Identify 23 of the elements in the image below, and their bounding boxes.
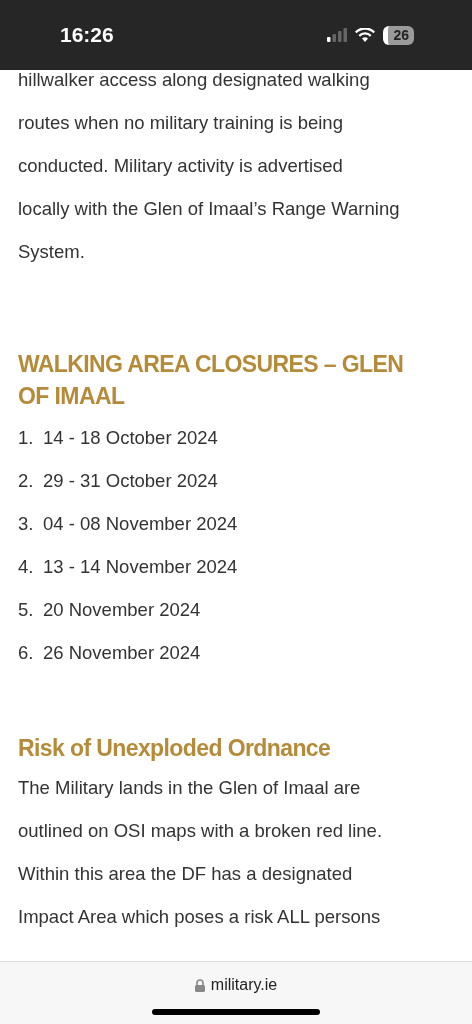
battery-indicator: 26	[383, 25, 414, 45]
lock-icon	[194, 978, 205, 992]
closure-date: 13 - 14 November 2024	[43, 555, 238, 579]
closure-date: 04 - 08 November 2024	[43, 512, 238, 536]
closure-date: 20 November 2024	[43, 598, 201, 622]
list-number: 5.	[18, 598, 35, 622]
list-number: 1.	[18, 426, 35, 450]
signal-icon	[327, 28, 348, 42]
closures-heading: WALKING AREA CLOSURES – GLEN OF IMAAL	[18, 350, 405, 411]
list-number: 2.	[18, 469, 35, 493]
list-number: 6.	[18, 641, 35, 665]
address-bar[interactable]: military.ie	[0, 961, 472, 1024]
url-text: military.ie	[210, 976, 278, 994]
ordnance-paragraph: The Military lands in the Glen of Imaal are outlined on OSI maps with a broken red line. Within this area the DF has a designated Impact Area which poses a risk ALL persons	[18, 776, 384, 929]
wifi-icon	[355, 28, 376, 42]
intro-paragraph: hillwalker access along designated walking routes when no military training is being conducted. Military activity is advertised locally with the Glen of Imaal’s Range Warning System.	[18, 68, 401, 264]
status-time: 16:26	[60, 23, 114, 47]
closure-date: 14 - 18 October 2024	[43, 426, 218, 450]
closure-date: 26 November 2024	[43, 641, 201, 665]
closure-date: 29 - 31 October 2024	[43, 469, 218, 493]
ordnance-heading: Risk of Unexploded Ordnance	[18, 734, 332, 763]
list-number: 4.	[18, 555, 35, 579]
list-number: 3.	[18, 512, 35, 536]
